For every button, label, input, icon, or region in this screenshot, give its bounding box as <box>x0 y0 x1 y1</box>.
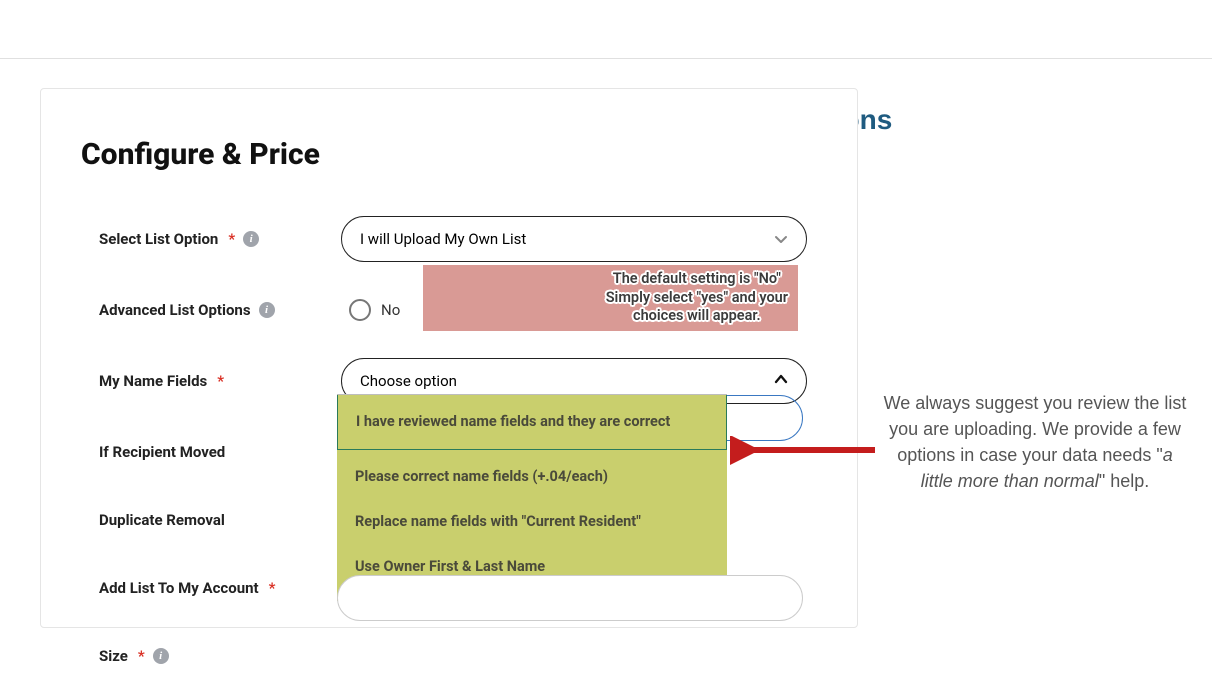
radio-no[interactable]: No <box>341 291 416 329</box>
select-list-dropdown[interactable]: I will Upload My Own List <box>341 216 807 262</box>
control-select-list: I will Upload My Own List <box>341 216 817 262</box>
required-mark: * <box>138 647 145 665</box>
annotation-arrow-icon <box>730 436 880 466</box>
annotation-pink: The default setting is "No" Simply selec… <box>423 265 798 331</box>
annotation-pink-text: The default setting is "No" Simply selec… <box>606 270 788 327</box>
label-text: If Recipient Moved <box>99 443 225 461</box>
row-select-list: Select List Option * i I will Upload My … <box>81 216 817 262</box>
label-recipient-moved: If Recipient Moved <box>81 443 341 461</box>
label-size: Size * i <box>81 647 341 665</box>
chevron-up-icon <box>774 372 788 390</box>
label-text: Duplicate Removal <box>99 511 225 529</box>
option-label: Use Owner First & Last Name <box>355 558 545 575</box>
name-fields-placeholder: Choose option <box>360 372 457 390</box>
option-label: I have reviewed name fields and they are… <box>356 413 670 430</box>
required-mark: * <box>217 372 224 390</box>
size-select[interactable] <box>337 575 803 621</box>
divider <box>0 58 1212 59</box>
option-label: Replace name fields with "Current Reside… <box>355 513 641 530</box>
page-title: Configure & Price <box>81 137 817 172</box>
row-size: Size * i <box>81 636 817 676</box>
label-text: Advanced List Options <box>99 301 251 319</box>
info-icon[interactable]: i <box>243 231 259 247</box>
annotation-side-text: We always suggest you review the list yo… <box>880 390 1190 494</box>
label-name-fields: My Name Fields * <box>81 372 341 390</box>
chevron-down-icon <box>774 232 788 246</box>
name-fields-options-panel: I have reviewed name fields and they are… <box>337 394 727 601</box>
required-mark: * <box>269 579 276 597</box>
radio-circle-icon <box>349 299 371 321</box>
name-fields-option-reviewed[interactable]: I have reviewed name fields and they are… <box>337 395 727 450</box>
radio-no-label: No <box>381 301 400 319</box>
label-select-list: Select List Option * i <box>81 230 341 248</box>
label-text: Add List To My Account <box>99 579 259 597</box>
required-mark: * <box>228 230 235 248</box>
name-fields-option-correct[interactable]: Please correct name fields (+.04/each) <box>337 454 727 499</box>
info-icon[interactable]: i <box>259 302 275 318</box>
select-list-value: I will Upload My Own List <box>360 230 526 248</box>
label-text: My Name Fields <box>99 372 207 390</box>
label-duplicate-removal: Duplicate Removal <box>81 511 341 529</box>
label-advanced: Advanced List Options i <box>81 301 341 319</box>
label-text: Select List Option <box>99 230 218 248</box>
name-fields-option-replace[interactable]: Replace name fields with "Current Reside… <box>337 499 727 544</box>
label-text: Size <box>99 647 128 665</box>
info-icon[interactable]: i <box>153 648 169 664</box>
option-label: Please correct name fields (+.04/each) <box>355 468 608 485</box>
label-add-list: Add List To My Account * <box>81 579 341 597</box>
